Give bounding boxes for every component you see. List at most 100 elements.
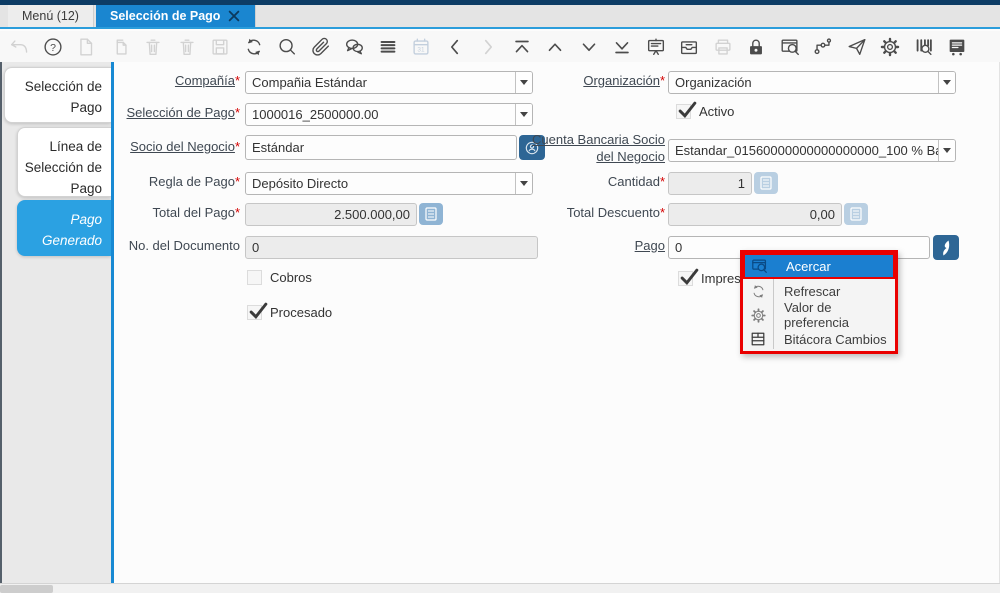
procesado-label: Procesado xyxy=(270,305,332,320)
calculator-icon xyxy=(425,207,437,221)
context-menu-item-valor-preferencia[interactable]: Valor de preferencia xyxy=(743,303,895,327)
save-icon[interactable] xyxy=(209,36,231,58)
preference-icon xyxy=(743,307,773,324)
menu-item-label: Refrescar xyxy=(773,284,840,299)
undo-icon[interactable] xyxy=(8,36,30,58)
window-tabstrip: Menú (12) Selección de Pago xyxy=(0,5,1000,29)
chevron-down-icon[interactable] xyxy=(515,104,532,125)
pago-quick-action-button[interactable] xyxy=(933,235,959,260)
activo-checkbox-field: Activo xyxy=(676,104,734,119)
context-menu: Acercar Refrescar Valor de preferencia B xyxy=(740,250,898,354)
sidebar-tab-seleccion-de-pago[interactable]: Selección de Pago xyxy=(4,67,111,123)
cobros-checkbox[interactable] xyxy=(247,270,262,285)
next-record-icon[interactable] xyxy=(578,36,600,58)
organizacion-value: Organización xyxy=(669,72,938,93)
help-icon[interactable]: ? xyxy=(42,36,64,58)
new-record-icon[interactable] xyxy=(75,36,97,58)
sidebar-tab-label: Pago Generado xyxy=(42,212,102,248)
send-icon[interactable] xyxy=(846,36,868,58)
seleccion-pago-combobox[interactable]: 1000016_2500000.00 xyxy=(245,103,533,126)
cobros-label: Cobros xyxy=(270,270,312,285)
calendar-icon[interactable]: 31 xyxy=(410,36,432,58)
horizontal-scrollbar[interactable] xyxy=(0,583,1000,593)
sidebar-tab-label: Selección de Pago xyxy=(25,79,102,115)
field-label-socio-negocio[interactable]: Socio del Negocio* xyxy=(120,139,240,154)
total-descuento-input[interactable]: 0,00 xyxy=(668,203,842,226)
copy-record-icon[interactable] xyxy=(109,36,131,58)
sidebar-tab-label: Línea de Selección de Pago xyxy=(25,139,102,196)
preference-icon[interactable] xyxy=(879,36,901,58)
last-record-icon[interactable] xyxy=(611,36,633,58)
sidebar-tab-pago-generado[interactable]: Pago Generado xyxy=(17,200,111,256)
workflow-icon[interactable] xyxy=(812,36,834,58)
refresh-icon xyxy=(743,283,773,300)
required-marker: * xyxy=(660,73,665,88)
find-icon[interactable] xyxy=(276,36,298,58)
impreso-checkbox-field: Impreso xyxy=(678,271,748,286)
total-pago-calculator-button[interactable] xyxy=(419,203,443,225)
field-label-seleccion-pago[interactable]: Selección de Pago* xyxy=(120,105,240,120)
tab-seleccion-de-pago[interactable]: Selección de Pago xyxy=(96,5,256,27)
procesado-checkbox[interactable] xyxy=(247,305,262,320)
compania-value: Compañia Estándar xyxy=(246,72,515,93)
report-icon[interactable] xyxy=(645,36,667,58)
cuenta-bancaria-combobox[interactable]: Estandar_01560000000000000000_100 % Banc… xyxy=(668,139,956,162)
delete-selection-icon[interactable] xyxy=(176,36,198,58)
chevron-down-icon[interactable] xyxy=(938,140,955,161)
lock-icon[interactable] xyxy=(745,36,767,58)
organizacion-combobox[interactable]: Organización xyxy=(668,71,956,94)
attachment-icon[interactable] xyxy=(310,36,332,58)
payment-selection-window: Menú (12) Selección de Pago ? 31 xyxy=(0,0,1000,593)
field-label-pago[interactable]: Pago xyxy=(525,238,665,253)
grid-toggle-icon[interactable] xyxy=(377,36,399,58)
cantidad-input[interactable]: 1 xyxy=(668,172,752,195)
required-marker: * xyxy=(235,174,240,189)
previous-record-icon[interactable] xyxy=(544,36,566,58)
chevron-down-icon[interactable] xyxy=(938,72,955,93)
field-label-organizacion[interactable]: Organización* xyxy=(525,73,665,88)
compania-combobox[interactable]: Compañia Estándar xyxy=(245,71,533,94)
archive-icon[interactable] xyxy=(678,36,700,58)
first-record-icon[interactable] xyxy=(511,36,533,58)
tab-seleccion-label: Selección de Pago xyxy=(110,9,220,23)
field-label-cuenta-bancaria[interactable]: Cuenta Bancaria Socio del Negocio xyxy=(525,131,665,165)
chat-icon[interactable] xyxy=(343,36,365,58)
print-icon[interactable] xyxy=(712,36,734,58)
field-label-compania[interactable]: Compañía* xyxy=(120,73,240,88)
cantidad-calculator-button[interactable] xyxy=(754,172,778,194)
zoom-across-icon[interactable] xyxy=(779,36,801,58)
close-icon[interactable] xyxy=(227,9,241,23)
forward-icon[interactable] xyxy=(477,36,499,58)
cobros-checkbox-field: Cobros xyxy=(247,270,312,285)
tab-rail: Selección de Pago Línea de Selección de … xyxy=(0,62,111,583)
context-menu-item-acercar[interactable]: Acercar xyxy=(743,253,895,279)
csv-report-icon[interactable] xyxy=(946,36,968,58)
changelog-icon xyxy=(743,331,773,347)
socio-negocio-input[interactable]: Estándar xyxy=(245,135,517,160)
scrollbar-thumb[interactable] xyxy=(0,585,53,593)
product-info-icon[interactable] xyxy=(913,36,935,58)
no-documento-input[interactable]: 0 xyxy=(245,236,538,259)
svg-text:?: ? xyxy=(50,41,56,53)
total-descuento-calculator-button[interactable] xyxy=(844,203,868,225)
field-label-total-descuento: Total Descuento* xyxy=(525,205,665,220)
context-menu-item-bitacora-cambios[interactable]: Bitácora Cambios xyxy=(743,327,895,351)
swoosh-icon xyxy=(939,240,953,256)
field-label-regla-pago[interactable]: Regla de Pago* xyxy=(120,174,240,189)
back-icon[interactable] xyxy=(444,36,466,58)
sidebar-tab-linea-de-seleccion[interactable]: Línea de Selección de Pago xyxy=(17,127,111,197)
cuenta-bancaria-value: Estandar_01560000000000000000_100 % Banc… xyxy=(669,140,938,161)
tab-menu[interactable]: Menú (12) xyxy=(8,5,94,27)
activo-checkbox[interactable] xyxy=(676,104,691,119)
refresh-icon[interactable] xyxy=(243,36,265,58)
tab-menu-label: Menú (12) xyxy=(22,9,79,23)
required-marker: * xyxy=(235,73,240,88)
impreso-checkbox[interactable] xyxy=(678,271,693,286)
required-marker: * xyxy=(235,139,240,154)
regla-pago-combobox[interactable]: Depósito Directo xyxy=(245,172,533,195)
delete-record-icon[interactable] xyxy=(142,36,164,58)
menu-item-label: Acercar xyxy=(775,259,831,274)
total-pago-input[interactable]: 2.500.000,00 xyxy=(245,203,417,226)
required-marker: * xyxy=(235,105,240,120)
field-label-cantidad: Cantidad* xyxy=(525,174,665,189)
